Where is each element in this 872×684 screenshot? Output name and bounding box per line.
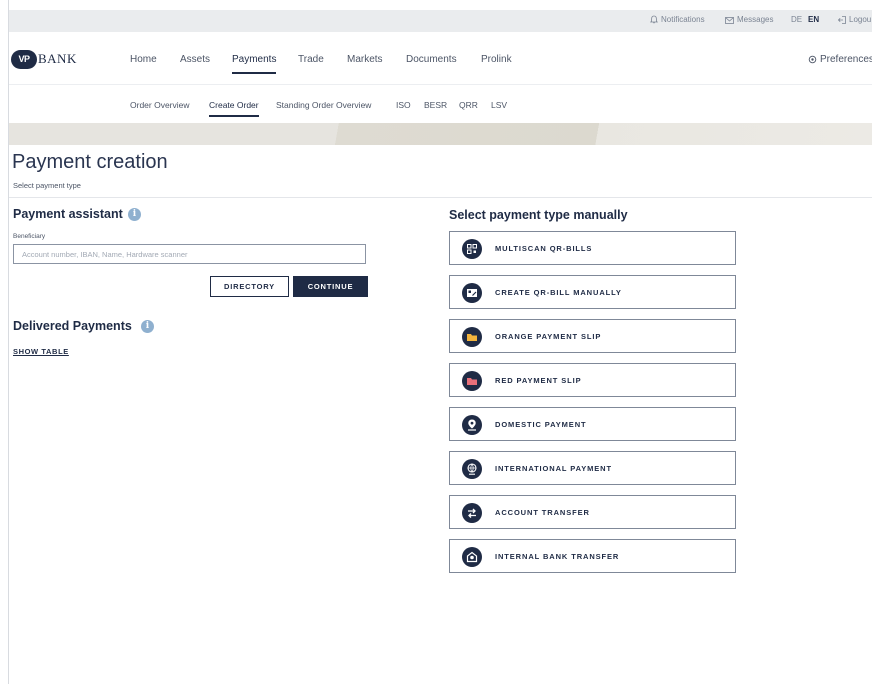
payment-type-label: INTERNATIONAL PAYMENT: [495, 464, 612, 473]
delivered-payments-title: Delivered Payments: [13, 319, 132, 333]
nav-documents[interactable]: Documents: [406, 54, 457, 65]
payment-type-label: INTERNAL BANK TRANSFER: [495, 552, 620, 561]
subnav-lsv[interactable]: LSV: [491, 100, 507, 110]
payment-type-label: ACCOUNT TRANSFER: [495, 508, 590, 517]
delivered-payments-info-icon[interactable]: i: [141, 320, 154, 333]
payment-type-create-qr-bill-manually[interactable]: CREATE QR-BILL MANUALLY: [449, 275, 736, 309]
subnav-order-overview[interactable]: Order Overview: [130, 100, 190, 110]
payment-type-account-transfer[interactable]: ACCOUNT TRANSFER: [449, 495, 736, 529]
gear-icon: [808, 55, 817, 64]
nav-prolink[interactable]: Prolink: [481, 54, 512, 65]
payment-type-label: CREATE QR-BILL MANUALLY: [495, 288, 622, 297]
continue-button[interactable]: CONTINUE: [293, 276, 368, 297]
subnav-create-order[interactable]: Create Order: [209, 100, 259, 117]
page-subtitle: Select payment type: [13, 181, 81, 190]
subnav-iso[interactable]: ISO: [396, 100, 411, 110]
subnav-standing-order-overview[interactable]: Standing Order Overview: [276, 100, 371, 110]
notifications-label: Notifications: [661, 15, 705, 24]
bell-icon: [649, 15, 659, 24]
show-table-link[interactable]: SHOW TABLE: [13, 347, 69, 356]
logout-label: Logou: [849, 15, 872, 24]
subnav-besr[interactable]: BESR: [424, 100, 447, 110]
main-navigation: VP BANK Home Assets Payments Trade Marke…: [9, 32, 872, 85]
payment-type-label: ORANGE PAYMENT SLIP: [495, 332, 602, 341]
beneficiary-input[interactable]: [13, 244, 366, 264]
decorative-banner: [9, 123, 872, 145]
logo-wordmark: BANK: [38, 51, 77, 66]
messages-link[interactable]: Messages: [725, 15, 773, 24]
payment-assistant-title: Payment assistant: [13, 207, 123, 221]
orange-slip-icon: [462, 327, 482, 347]
subnav-qrr[interactable]: QRR: [459, 100, 478, 110]
nav-home[interactable]: Home: [130, 54, 157, 65]
payment-type-label: RED PAYMENT SLIP: [495, 376, 582, 385]
red-slip-icon: [462, 371, 482, 391]
page-title: Payment creation: [12, 151, 168, 173]
payment-type-internal-bank-transfer[interactable]: INTERNAL BANK TRANSFER: [449, 539, 736, 573]
directory-button[interactable]: DIRECTORY: [210, 276, 289, 297]
payment-type-label: DOMESTIC PAYMENT: [495, 420, 587, 429]
logout-link[interactable]: Logou: [837, 15, 872, 24]
sub-navigation: Order Overview Create Order Standing Ord…: [9, 84, 872, 122]
nav-payments[interactable]: Payments: [232, 54, 277, 74]
payment-type-multiscan-qr-bills[interactable]: MULTISCAN QR-BILLS: [449, 231, 736, 265]
payment-assistant-info-icon[interactable]: i: [128, 208, 141, 221]
logout-icon: [837, 16, 846, 24]
logo-badge: VP: [11, 49, 37, 69]
bank-building-icon: [462, 547, 482, 567]
globe-icon: [462, 459, 482, 479]
preferences-link[interactable]: Preferences: [808, 54, 872, 65]
payment-type-red-payment-slip[interactable]: RED PAYMENT SLIP: [449, 363, 736, 397]
preferences-label: Preferences: [820, 54, 872, 65]
utility-bar: Notifications Messages DE EN Logou: [9, 10, 872, 32]
vp-bank-logo[interactable]: VP BANK: [11, 49, 77, 69]
lang-de-button[interactable]: DE: [791, 15, 802, 24]
payment-type-label: MULTISCAN QR-BILLS: [495, 244, 593, 253]
transfer-arrows-icon: [462, 503, 482, 523]
notifications-link[interactable]: Notifications: [649, 15, 705, 24]
location-pin-icon: [462, 415, 482, 435]
beneficiary-label: Beneficiary: [13, 233, 46, 240]
app-window: Notifications Messages DE EN Logou VP BA…: [8, 0, 872, 684]
envelope-icon: [725, 17, 734, 24]
payment-type-domestic-payment[interactable]: DOMESTIC PAYMENT: [449, 407, 736, 441]
nav-markets[interactable]: Markets: [347, 54, 383, 65]
qr-scan-icon: [462, 239, 482, 259]
payment-type-international-payment[interactable]: INTERNATIONAL PAYMENT: [449, 451, 736, 485]
nav-assets[interactable]: Assets: [180, 54, 210, 65]
lang-en-button[interactable]: EN: [808, 15, 819, 24]
qr-edit-icon: [462, 283, 482, 303]
header-divider: [9, 197, 872, 198]
payment-type-orange-payment-slip[interactable]: ORANGE PAYMENT SLIP: [449, 319, 736, 353]
messages-label: Messages: [737, 15, 774, 24]
nav-trade[interactable]: Trade: [298, 54, 324, 65]
manual-selection-title: Select payment type manually: [449, 208, 628, 222]
